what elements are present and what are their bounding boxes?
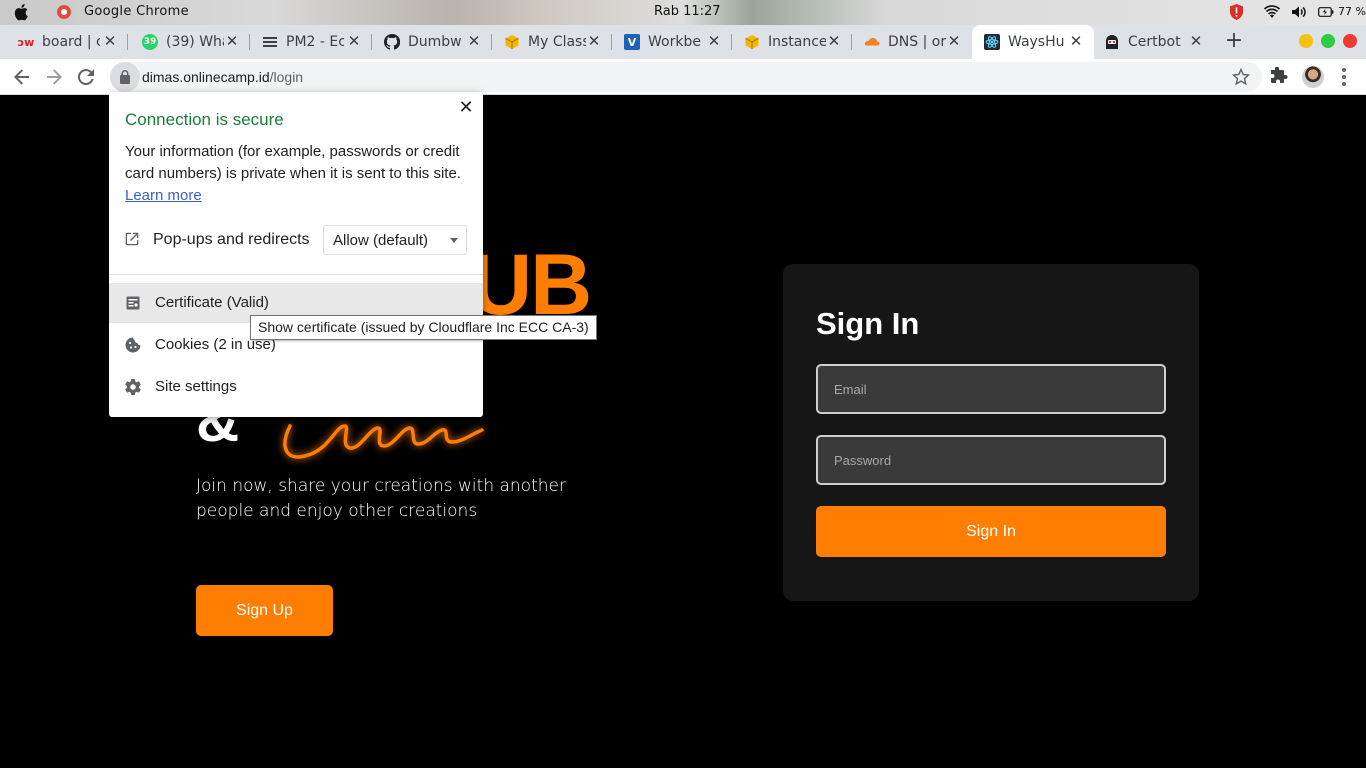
certificate-tooltip: Show certificate (issued by Cloudflare I…: [250, 315, 597, 340]
url-host: dimas.onlinecamp.id: [142, 69, 270, 85]
whatsapp-icon: 39: [142, 34, 158, 50]
permission-select[interactable]: Allow (default): [323, 225, 467, 255]
permission-label: Pop-ups and redirects: [153, 231, 310, 248]
menu-lines-icon: [262, 34, 278, 50]
site-info-popup: ✕ Connection is secure Your information …: [109, 92, 483, 417]
tab-title: WaysHu: [1008, 34, 1065, 50]
tab-title: My Class: [528, 34, 586, 50]
reload-button[interactable]: [75, 66, 97, 88]
tab-title: Certbot: [1128, 34, 1181, 50]
cookie-icon: [125, 337, 141, 353]
tab-close-icon[interactable]: ✕: [586, 33, 602, 49]
sign-up-button[interactable]: Sign Up: [196, 585, 333, 636]
battery-icon[interactable]: [1318, 6, 1334, 18]
cloudflare-icon: [864, 34, 880, 50]
sign-in-card: Sign In Sign In: [783, 264, 1199, 601]
tab-title: Instance: [768, 34, 826, 50]
tab-title: PM2 - Ec: [286, 34, 344, 50]
tab-instance[interactable]: Instance ✕: [732, 25, 852, 59]
learn-more-link[interactable]: Learn more: [125, 187, 202, 204]
gear-icon: [125, 379, 141, 395]
tab-workbench[interactable]: V Workbe ✕: [612, 25, 732, 59]
chrome-menu-kebab-icon[interactable]: [1337, 67, 1351, 87]
tab-board[interactable]: ɔw board | c ✕: [0, 25, 128, 59]
wifi-icon[interactable]: [1264, 5, 1280, 19]
react-icon: [984, 34, 1000, 50]
profile-avatar[interactable]: [1302, 66, 1324, 88]
os-top-bar: Google Chrome Rab 11:27 77 %: [0, 0, 1366, 25]
tab-strip: ɔw board | c ✕ 39 (39) Wha ✕ PM2 - Ec ✕ …: [0, 25, 1366, 59]
tab-whatsapp[interactable]: 39 (39) Wha ✕: [128, 25, 250, 59]
tab-wayshub[interactable]: WaysHu ✕: [972, 25, 1094, 59]
sign-in-button[interactable]: Sign In: [816, 506, 1166, 557]
tab-dns[interactable]: DNS | or ✕: [852, 25, 972, 59]
site-settings-row[interactable]: Site settings: [109, 367, 483, 407]
close-icon[interactable]: ✕: [457, 98, 475, 116]
forward-button[interactable]: [43, 66, 65, 88]
tab-close-icon[interactable]: ✕: [102, 33, 118, 49]
back-button[interactable]: [11, 66, 33, 88]
certificate-icon: [126, 296, 140, 310]
external-link-icon: [125, 232, 139, 246]
tab-title: (39) Wha: [166, 34, 224, 50]
arrow-right-icon: [47, 69, 62, 85]
permission-row-popups: Pop-ups and redirects Allow (default): [109, 222, 483, 258]
connection-description: Your information (for example, passwords…: [125, 141, 465, 207]
tab-close-icon[interactable]: ✕: [224, 33, 240, 49]
arrow-left-icon: [14, 69, 29, 85]
address-bar[interactable]: dimas.onlinecamp.id/login: [110, 62, 1262, 92]
caret-down-icon: [450, 238, 458, 243]
divider: [109, 274, 483, 275]
tab-close-icon[interactable]: ✕: [826, 33, 842, 49]
box-icon: [504, 34, 520, 50]
clock[interactable]: Rab 11:27: [654, 4, 721, 19]
new-tab-plus-icon[interactable]: +: [1224, 30, 1244, 52]
tab-close-icon[interactable]: ✕: [466, 33, 482, 49]
tab-close-icon[interactable]: ✕: [706, 33, 722, 49]
bookmark-star-icon[interactable]: [1232, 68, 1250, 86]
certificate-label: Certificate (Valid): [155, 294, 269, 311]
close-window-button[interactable]: [1343, 34, 1357, 48]
active-app-name[interactable]: Google Chrome: [84, 4, 189, 19]
shield-alert-icon[interactable]: [1229, 4, 1244, 20]
tab-title: DNS | or: [888, 34, 946, 50]
tab-close-icon[interactable]: ✕: [1188, 33, 1204, 49]
chrome-app-icon: [57, 5, 71, 19]
url-path: /login: [269, 69, 304, 85]
tab-close-icon[interactable]: ✕: [346, 33, 362, 49]
tab-close-icon[interactable]: ✕: [946, 33, 962, 49]
browser-toolbar: dimas.onlinecamp.id/login: [0, 59, 1366, 95]
apple-icon[interactable]: [14, 3, 30, 21]
email-field[interactable]: [816, 364, 1166, 414]
battery-percentage: 77 %: [1338, 5, 1366, 18]
tab-close-icon[interactable]: ✕: [1068, 33, 1084, 49]
lock-icon: [120, 70, 130, 84]
password-field[interactable]: [816, 435, 1166, 485]
connection-description-text: Your information (for example, passwords…: [125, 143, 461, 182]
tab-my-class[interactable]: My Class ✕: [492, 25, 612, 59]
tab-title: Dumbw: [408, 34, 462, 50]
tab-title: Workbe: [648, 34, 701, 50]
url-text[interactable]: dimas.onlinecamp.id/login: [142, 69, 303, 85]
tab-pm2[interactable]: PM2 - Ec ✕: [250, 25, 372, 59]
reload-icon: [78, 69, 94, 85]
dumbways-icon: ɔw: [17, 35, 35, 49]
site-settings-label: Site settings: [155, 378, 237, 395]
box-icon: [744, 34, 760, 50]
minimize-window-button[interactable]: [1299, 34, 1313, 48]
hero-tagline: Join now, share your creations with anot…: [196, 476, 566, 521]
extensions-puzzle-icon[interactable]: [1270, 67, 1288, 85]
sign-in-title: Sign In: [816, 306, 920, 341]
github-icon: [384, 34, 400, 50]
certbot-icon: [1104, 34, 1120, 50]
tab-certbot[interactable]: Certbot ✕: [1094, 25, 1214, 59]
volume-icon[interactable]: [1291, 5, 1306, 19]
maximize-window-button[interactable]: [1321, 34, 1335, 48]
v-logo-icon: V: [624, 34, 640, 50]
tab-title: board | c: [42, 34, 100, 50]
tab-github[interactable]: Dumbw ✕: [372, 25, 492, 59]
site-info-button[interactable]: [110, 62, 140, 92]
connection-status-heading: Connection is secure: [125, 110, 284, 129]
permission-select-value: Allow (default): [333, 232, 429, 249]
